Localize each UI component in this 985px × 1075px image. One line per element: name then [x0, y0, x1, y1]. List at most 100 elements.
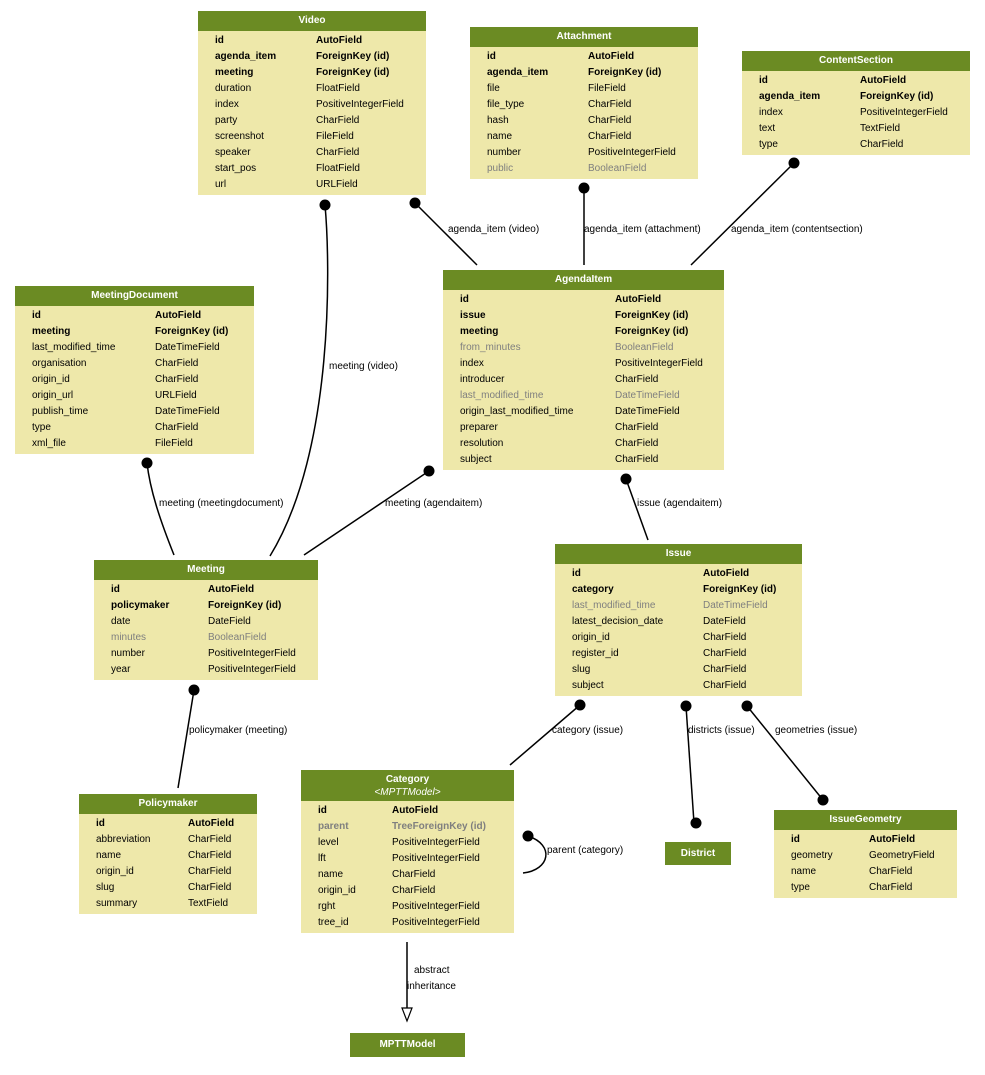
field-type: AutoField: [208, 584, 255, 595]
field-row: issue ForeignKey (id): [443, 308, 724, 324]
field-type: CharField: [869, 866, 913, 877]
field-type: URLField: [155, 390, 197, 401]
model-header: ContentSection: [742, 51, 970, 71]
field-name: last_modified_time: [32, 342, 116, 353]
field-row: slug CharField: [79, 880, 257, 896]
field-row: xml_file FileField: [15, 436, 254, 452]
field-name: introducer: [460, 374, 505, 385]
field-type: AutoField: [869, 834, 916, 845]
field-list: id AutoField policymaker ForeignKey (id) dat…: [94, 580, 318, 680]
field-row: year PositiveIntegerField: [94, 662, 318, 678]
field-row: file FileField: [470, 81, 698, 97]
model-title: Video: [298, 15, 326, 26]
label-meeting-video: meeting (video): [329, 361, 398, 372]
model-title: Meeting: [187, 564, 225, 575]
field-name: agenda_item: [487, 67, 549, 78]
model-agendaitem[interactable]: AgendaItem id AutoField issue ForeignKey (id…: [443, 270, 724, 470]
field-name: category: [572, 584, 614, 595]
field-row: origin_last_modified_time DateTimeField: [443, 404, 724, 420]
field-row: id AutoField: [301, 803, 514, 819]
label-meeting-agendaitem: meeting (agendaitem): [385, 498, 483, 509]
field-type: CharField: [155, 422, 199, 433]
field-name: slug: [96, 882, 115, 893]
field-row: speaker CharField: [198, 145, 426, 161]
edge-dot: [690, 817, 702, 829]
model-video[interactable]: Video id AutoField agenda_item ForeignKey (i…: [198, 11, 426, 195]
field-name: id: [32, 310, 41, 321]
field-name: party: [215, 115, 238, 126]
model-district[interactable]: District: [665, 842, 731, 865]
field-row: type CharField: [774, 880, 957, 896]
label-meeting-meetingdocument: meeting (meetingdocument): [159, 498, 284, 509]
field-type: DateTimeField: [615, 390, 680, 401]
field-row: type CharField: [742, 137, 970, 153]
field-type: CharField: [703, 632, 747, 643]
field-name: xml_file: [32, 438, 66, 449]
model-mpttmodel[interactable]: MPTTModel: [350, 1033, 465, 1057]
field-row: number PositiveIntegerField: [94, 646, 318, 662]
edge-dot: [574, 699, 586, 711]
model-meetingdocument[interactable]: MeetingDocument id AutoField meeting Foreign…: [15, 286, 254, 454]
field-name: origin_id: [96, 866, 134, 877]
model-title: AgendaItem: [554, 274, 613, 285]
field-name: id: [215, 35, 224, 46]
field-name: meeting: [215, 67, 254, 78]
field-type: BooleanField: [208, 632, 267, 643]
field-list: id AutoField geometry GeometryField name Char…: [774, 830, 957, 898]
field-type: AutoField: [155, 310, 202, 321]
field-row: index PositiveIntegerField: [742, 105, 970, 121]
field-type: PositiveIntegerField: [392, 901, 480, 912]
field-type: CharField: [155, 374, 199, 385]
field-row: name CharField: [301, 867, 514, 883]
field-name: id: [111, 584, 120, 595]
field-type: CharField: [588, 99, 632, 110]
field-name: type: [759, 139, 778, 150]
label-districts-issue: districts (issue): [688, 725, 755, 736]
field-row: type CharField: [15, 420, 254, 436]
field-row: id AutoField: [774, 832, 957, 848]
edge-meeting-agendaitem: [303, 470, 430, 556]
field-type: CharField: [869, 882, 913, 893]
label-geometries-issue: geometries (issue): [775, 725, 858, 736]
field-type: CharField: [188, 850, 232, 861]
model-meeting[interactable]: Meeting id AutoField policymaker ForeignKey …: [94, 560, 318, 680]
field-row: index PositiveIntegerField: [443, 356, 724, 372]
field-type: ForeignKey (id): [703, 584, 777, 595]
field-row: from_minutes BooleanField: [443, 340, 724, 356]
field-name: date: [111, 616, 131, 627]
field-name: id: [759, 75, 768, 86]
label-category-issue: category (issue): [552, 725, 624, 736]
field-type: PositiveIntegerField: [392, 917, 480, 928]
model-issuegeometry[interactable]: IssueGeometry id AutoField geometry Geometry…: [774, 810, 957, 898]
field-name: id: [572, 568, 581, 579]
field-row: introducer CharField: [443, 372, 724, 388]
field-row: origin_id CharField: [301, 883, 514, 899]
field-name: origin_id: [32, 374, 70, 385]
model-header: AgendaItem: [443, 270, 724, 290]
field-type: CharField: [615, 454, 659, 465]
field-row: organisation CharField: [15, 356, 254, 372]
field-row: date DateField: [94, 614, 318, 630]
field-type: TextField: [188, 898, 229, 909]
model-issue[interactable]: Issue id AutoField category ForeignKey (id) l…: [555, 544, 802, 696]
model-contentsection[interactable]: ContentSection id AutoField agenda_item Fore…: [742, 51, 970, 155]
field-list: id AutoField agenda_item ForeignKey (id) mee…: [198, 31, 426, 195]
field-type: CharField: [703, 648, 747, 659]
model-category[interactable]: Category <MPTTModel> id AutoField parent Tree…: [301, 770, 514, 933]
field-row: tree_id PositiveIntegerField: [301, 915, 514, 931]
field-name: level: [318, 837, 339, 848]
model-attachment[interactable]: Attachment id AutoField agenda_item ForeignK…: [470, 27, 698, 179]
field-row: id AutoField: [15, 308, 254, 324]
field-list: id AutoField category ForeignKey (id) last_m…: [555, 564, 802, 696]
field-name: name: [96, 850, 122, 861]
field-type: PositiveIntegerField: [392, 853, 480, 864]
field-type: DateField: [208, 616, 251, 627]
field-row: agenda_item ForeignKey (id): [470, 65, 698, 81]
field-row: name CharField: [470, 129, 698, 145]
field-row: origin_id CharField: [15, 372, 254, 388]
model-policymaker[interactable]: Policymaker id AutoField abbreviation CharFi…: [79, 794, 257, 914]
edge-dot: [788, 157, 800, 169]
field-type: AutoField: [588, 51, 635, 62]
field-name: subject: [572, 680, 604, 691]
field-type: FloatField: [316, 163, 360, 174]
